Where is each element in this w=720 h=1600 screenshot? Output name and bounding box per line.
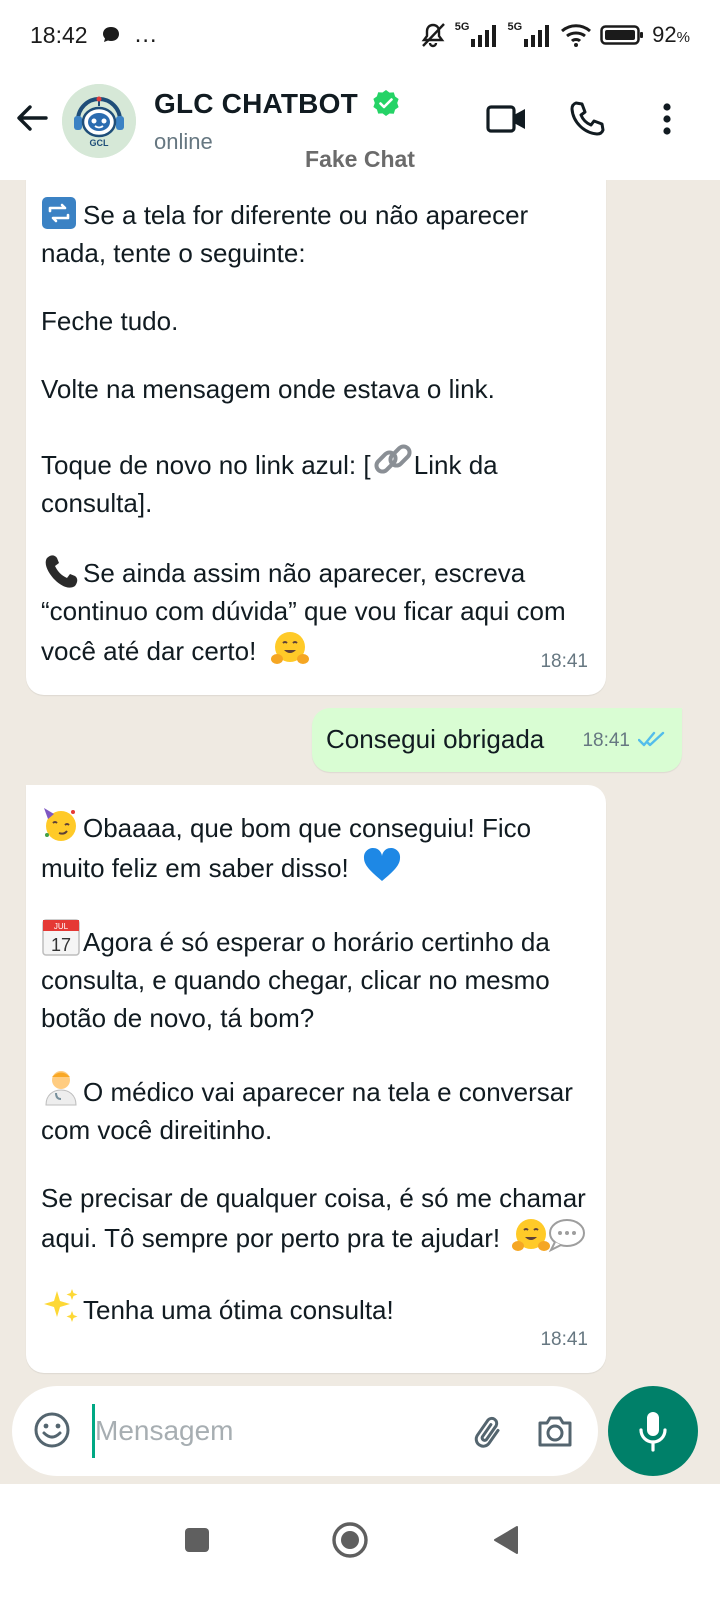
message-paragraph: Toque de novo no link azul: [ Link da co… bbox=[41, 438, 591, 522]
message-text: Tenha uma ótima consulta! bbox=[83, 1295, 394, 1325]
doctor-icon bbox=[41, 1067, 77, 1106]
chat-bubble-notification-icon bbox=[100, 24, 122, 46]
message-text: Toque de novo no link azul: [ bbox=[41, 450, 371, 480]
paperclip-icon[interactable] bbox=[468, 1410, 510, 1452]
sparkles-icon bbox=[41, 1287, 78, 1322]
battery-icon bbox=[600, 24, 644, 46]
message-timestamp: 18:41 bbox=[582, 730, 630, 751]
message-text: Se precisar de qualquer coisa, é só me c… bbox=[41, 1183, 586, 1253]
message-text: O médico vai aparecer na tela e conversa… bbox=[41, 1077, 573, 1145]
contact-name: GLC CHATBOT bbox=[154, 88, 358, 119]
system-navigation-bar bbox=[0, 1484, 720, 1600]
signal-5g-icon-1: 5G bbox=[454, 21, 500, 47]
chat-header: GCL GLC CHATBOT online Fake Chat bbox=[0, 70, 720, 180]
message-bubble-outgoing[interactable]: Consegui obrigada 18:41 bbox=[312, 708, 682, 772]
party-face-icon bbox=[41, 805, 77, 841]
status-bar: 18:42 … 5G 5G 92% bbox=[0, 0, 720, 70]
message-timestamp: 18:41 bbox=[540, 1329, 588, 1350]
message-paragraph: Se precisar de qualquer coisa, é só me c… bbox=[41, 1179, 591, 1257]
message-paragraph: JUL 17 Agora é só esperar o horário certi… bbox=[41, 917, 591, 1037]
status-time: 18:42 bbox=[30, 21, 88, 48]
battery-level: 92% bbox=[652, 22, 690, 47]
message-text: Feche tudo. bbox=[41, 306, 179, 336]
message-paragraph: Tenha uma ótima consulta! bbox=[41, 1287, 591, 1329]
message-text: Se a tela for diferente ou não aparecer … bbox=[41, 200, 529, 268]
phone-icon[interactable] bbox=[564, 96, 610, 142]
message-paragraph: Volte na mensagem onde estava o link. bbox=[41, 370, 591, 408]
blue-heart-icon bbox=[362, 847, 401, 881]
bell-off-icon bbox=[419, 21, 447, 49]
speech-balloon-icon bbox=[547, 1217, 586, 1253]
message-text: Obaaaa, que bom que conseguiu! Fico muit… bbox=[41, 813, 532, 883]
telephone-icon bbox=[41, 552, 78, 588]
verified-badge-icon bbox=[372, 89, 400, 122]
message-text: Volte na mensagem onde estava o link. bbox=[41, 374, 495, 404]
message-paragraph: Se ainda assim não aparecer, escreva “co… bbox=[41, 552, 591, 670]
message-composer bbox=[12, 1386, 598, 1476]
message-bubble-incoming[interactable]: Obaaaa, que bom que conseguiu! Fico muit… bbox=[26, 785, 606, 1373]
camera-icon[interactable] bbox=[534, 1410, 576, 1452]
repeat-icon bbox=[41, 196, 77, 230]
recents-square-icon[interactable] bbox=[175, 1518, 219, 1562]
double-check-read-icon bbox=[637, 720, 666, 758]
network-type-2: 5G bbox=[507, 21, 523, 33]
link-icon bbox=[371, 438, 412, 474]
wifi-icon bbox=[560, 22, 592, 48]
message-paragraph: O médico vai aparecer na tela e conversa… bbox=[41, 1067, 591, 1149]
signal-5g-icon-2: 5G bbox=[507, 21, 552, 47]
message-paragraph: Feche tudo. bbox=[41, 302, 591, 340]
network-type-1: 5G bbox=[454, 21, 470, 33]
calendar-day: 17 bbox=[51, 935, 71, 955]
more-notifications-icon: … bbox=[133, 21, 159, 48]
message-text: Consegui obrigada bbox=[326, 724, 545, 754]
back-arrow-icon[interactable] bbox=[12, 98, 52, 138]
message-timestamp: 18:41 bbox=[540, 651, 588, 672]
calendar-icon: JUL 17 bbox=[41, 917, 80, 956]
more-vert-icon[interactable] bbox=[644, 96, 690, 142]
calendar-month: JUL bbox=[54, 922, 69, 931]
home-circle-icon[interactable] bbox=[328, 1518, 372, 1562]
message-list[interactable]: Se a tela for diferente ou não aparecer … bbox=[0, 180, 720, 1380]
hugging-face-icon bbox=[270, 630, 309, 664]
message-bubble-incoming[interactable]: Se a tela for diferente ou não aparecer … bbox=[26, 180, 606, 695]
message-input[interactable] bbox=[92, 1404, 452, 1458]
message-paragraph: Obaaaa, que bom que conseguiu! Fico muit… bbox=[41, 805, 591, 887]
mic-button[interactable] bbox=[608, 1386, 698, 1476]
message-paragraph: Se a tela for diferente ou não aparecer … bbox=[41, 196, 591, 272]
chat-subtitle: Fake Chat bbox=[305, 146, 415, 172]
emoji-icon[interactable] bbox=[32, 1410, 72, 1450]
back-triangle-icon[interactable] bbox=[484, 1518, 528, 1562]
microphone-icon bbox=[639, 1412, 667, 1452]
hugging-face-icon bbox=[511, 1217, 551, 1251]
video-call-icon[interactable] bbox=[484, 96, 530, 142]
message-text: Agora é só esperar o horário certinho da… bbox=[41, 927, 550, 1033]
